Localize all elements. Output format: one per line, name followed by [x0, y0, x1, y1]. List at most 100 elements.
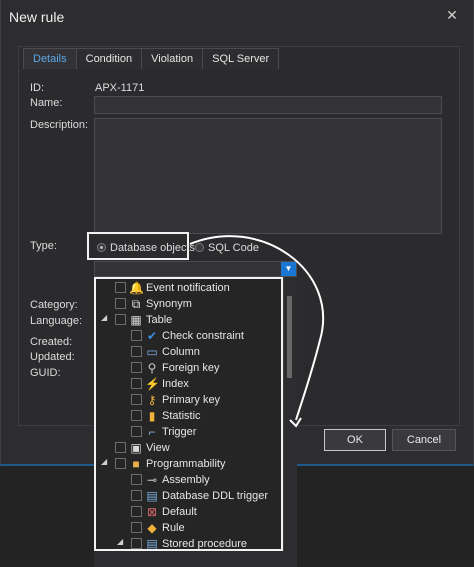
- tree-item-checkbox[interactable]: [131, 394, 142, 405]
- tree-item[interactable]: ⚡ Index: [96, 376, 281, 392]
- assembly-icon: ⊸: [146, 473, 158, 487]
- tree-item[interactable]: ◢ ■ Programmability: [96, 456, 281, 472]
- description-label: Description:: [30, 119, 89, 131]
- tree-item-label: Column: [162, 346, 200, 358]
- tree-item-checkbox[interactable]: [131, 426, 142, 437]
- tree-item-label: Primary key: [162, 394, 221, 406]
- tree-item-checkbox[interactable]: [131, 490, 142, 501]
- database-objects-label[interactable]: Database objects: [110, 242, 195, 254]
- tree-item[interactable]: ▭ Column: [96, 344, 281, 360]
- cancel-button[interactable]: Cancel: [392, 429, 456, 451]
- column-icon: ▭: [146, 345, 158, 359]
- sql-code-label[interactable]: SQL Code: [208, 242, 259, 254]
- description-textarea[interactable]: [94, 118, 442, 234]
- expand-icon[interactable]: ◢: [101, 457, 107, 466]
- tree-item[interactable]: ✔ Check constraint: [96, 328, 281, 344]
- guid-label: GUID:: [30, 367, 61, 379]
- tree-item-label: Trigger: [162, 426, 197, 438]
- tree-item-checkbox[interactable]: [115, 458, 126, 469]
- stored-procedure-icon: ▤: [146, 537, 158, 551]
- tree-item-label: Programmability: [146, 458, 226, 470]
- tree-item[interactable]: ◢ ▤ Stored procedure: [96, 536, 281, 551]
- tree-item-checkbox[interactable]: [115, 298, 126, 309]
- expand-icon[interactable]: ◢: [101, 313, 107, 322]
- check-icon: ✔: [146, 329, 158, 343]
- updated-label: Updated:: [30, 351, 75, 363]
- tree-item-checkbox[interactable]: [115, 442, 126, 453]
- tab-strip: Details Condition Violation SQL Server: [23, 48, 280, 69]
- view-icon: ▣: [130, 441, 142, 455]
- language-label: Language:: [30, 315, 82, 327]
- tab-violation[interactable]: Violation: [141, 48, 204, 69]
- trigger-icon: ⌐: [148, 425, 156, 439]
- tree-item[interactable]: ⊠ Default: [96, 504, 281, 520]
- tree-item-checkbox[interactable]: [115, 282, 126, 293]
- tree-item-checkbox[interactable]: [131, 474, 142, 485]
- ddl-trigger-icon: ▤: [146, 489, 158, 503]
- tree-item[interactable]: ◢ ▦ Table: [96, 312, 281, 328]
- tree-item[interactable]: ▮ Statistic: [96, 408, 281, 424]
- name-input[interactable]: [94, 96, 442, 114]
- id-value: APX-1171: [95, 82, 145, 94]
- name-label: Name:: [30, 97, 63, 109]
- tree-item-checkbox[interactable]: [131, 346, 142, 357]
- dropdown-footer: [94, 551, 297, 567]
- bell-icon: 🔔: [129, 281, 144, 295]
- tree-item[interactable]: ⚷ Primary key: [96, 392, 281, 408]
- statistic-icon: ▮: [148, 409, 156, 423]
- tree-item[interactable]: ⚲ Foreign key: [96, 360, 281, 376]
- tree-item-label: Database DDL trigger: [162, 490, 268, 502]
- tree-item-label: Default: [162, 506, 197, 518]
- dialog-title: New rule: [9, 9, 65, 25]
- object-type-dropdown: 🔔 Event notification ⧉ Synonym ◢ ▦ Table ✔ Check…: [94, 277, 283, 551]
- tree-item-label: Check constraint: [162, 330, 244, 342]
- tree-item-checkbox[interactable]: [131, 538, 142, 549]
- rule-icon: ◆: [147, 521, 157, 535]
- tree-item[interactable]: 🔔 Event notification: [96, 280, 281, 296]
- chevron-down-icon[interactable]: ▼: [281, 262, 296, 276]
- dropdown-scrollbar-thumb[interactable]: [287, 296, 292, 378]
- category-label: Category:: [30, 299, 78, 311]
- tab-sql-server[interactable]: SQL Server: [202, 48, 280, 69]
- tree-item-checkbox[interactable]: [115, 314, 126, 325]
- tree-item-label: Table: [146, 314, 173, 326]
- database-objects-radio[interactable]: [97, 243, 106, 252]
- tree-item-checkbox[interactable]: [131, 506, 142, 517]
- tree-item-label: Rule: [162, 522, 185, 534]
- tree-item-label: Assembly: [162, 474, 210, 486]
- tree-item-label: Index: [162, 378, 189, 390]
- tree-item-label: Event notification: [146, 282, 230, 294]
- tree-item[interactable]: ▣ View: [96, 440, 281, 456]
- tree-item[interactable]: ◆ Rule: [96, 520, 281, 536]
- ok-button[interactable]: OK: [324, 429, 386, 451]
- tab-details[interactable]: Details: [23, 48, 77, 69]
- tree-item-label: Stored procedure: [162, 538, 247, 550]
- tree-item-checkbox[interactable]: [131, 330, 142, 341]
- tree-item[interactable]: ⊸ Assembly: [96, 472, 281, 488]
- tree-item[interactable]: ▤ Database DDL trigger: [96, 488, 281, 504]
- tree-item-checkbox[interactable]: [131, 522, 142, 533]
- close-icon[interactable]: ✕: [444, 7, 460, 23]
- expand-icon[interactable]: ◢: [117, 537, 123, 546]
- object-type-combo[interactable]: [94, 261, 297, 277]
- primary-key-icon: ⚷: [147, 393, 157, 407]
- tree-item-checkbox[interactable]: [131, 410, 142, 421]
- index-icon: ⚡: [145, 377, 160, 391]
- tree-item-checkbox[interactable]: [131, 362, 142, 373]
- table-icon: ▦: [130, 313, 142, 327]
- tree-item-label: View: [146, 442, 170, 454]
- tree-item-label: Foreign key: [162, 362, 220, 374]
- tree-item-label: Statistic: [162, 410, 201, 422]
- tree-item-label: Synonym: [146, 298, 192, 310]
- tab-condition[interactable]: Condition: [75, 48, 143, 69]
- tree-item[interactable]: ⌐ Trigger: [96, 424, 281, 440]
- synonym-icon: ⧉: [131, 297, 141, 311]
- created-label: Created:: [30, 336, 73, 348]
- tree-item[interactable]: ⧉ Synonym: [96, 296, 281, 312]
- folder-icon: ■: [132, 457, 140, 471]
- id-label: ID:: [30, 82, 45, 94]
- sql-code-radio[interactable]: [195, 243, 204, 252]
- type-label: Type:: [30, 240, 57, 252]
- tree-item-checkbox[interactable]: [131, 378, 142, 389]
- foreign-key-icon: ⚲: [147, 361, 157, 375]
